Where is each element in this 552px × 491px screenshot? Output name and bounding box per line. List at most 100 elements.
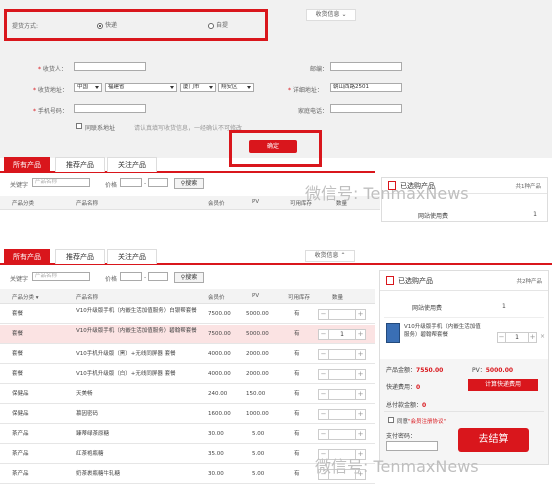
remove-item-icon[interactable]: ×: [540, 333, 545, 340]
col-category[interactable]: 产品分类 ▾: [12, 293, 39, 301]
price-min-input[interactable]: [120, 272, 142, 281]
pay-password-input[interactable]: [386, 441, 438, 451]
cell-price: 4000.00: [208, 371, 231, 377]
cell-pv: 5.00: [252, 471, 265, 477]
quantity-stepper[interactable]: − +: [318, 409, 366, 420]
minus-icon[interactable]: −: [319, 310, 329, 319]
table-row: 套餐 V10升级版手机（内嵌生活加值服务）白银帮套餐 7500.00 5000.…: [0, 305, 375, 324]
district-select[interactable]: 翔安区: [218, 83, 254, 92]
plus-icon[interactable]: +: [355, 430, 365, 439]
price-max-input[interactable]: [148, 272, 168, 281]
keyword-label: 关键字: [10, 276, 29, 283]
cart-quantity-stepper[interactable]: −1 +: [497, 332, 537, 343]
phone-input[interactable]: [74, 104, 146, 113]
tab-followed[interactable]: 关注产品: [107, 249, 157, 264]
quantity-stepper[interactable]: − +: [318, 369, 366, 380]
quantity-stepper[interactable]: −1 +: [318, 329, 366, 340]
cell-stock: 有: [294, 471, 300, 477]
receiver-name-input[interactable]: [74, 62, 146, 71]
tab-followed[interactable]: 关注产品: [107, 157, 157, 172]
search-button[interactable]: ⚲搜索: [174, 272, 204, 283]
plus-icon[interactable]: +: [355, 410, 365, 419]
keyword-input[interactable]: 产品名称: [32, 178, 90, 187]
delivery-pickup-option[interactable]: 自提: [208, 20, 228, 29]
radio-icon[interactable]: [97, 22, 103, 29]
cell-stock: 有: [294, 351, 300, 357]
receiver-name-label: * 收货人：: [38, 66, 67, 73]
quantity-stepper[interactable]: − +: [318, 309, 366, 320]
receiver-info-tab[interactable]: 收货信息 ⌄: [306, 9, 356, 21]
minus-icon[interactable]: −: [319, 390, 329, 399]
plus-icon[interactable]: +: [355, 350, 365, 359]
quantity-stepper[interactable]: − +: [318, 349, 366, 360]
same-contact-label: 同联系地址: [85, 125, 116, 132]
cart-item-phone: V10升级版手机（内嵌生活加值服务）碧翰帮套餐: [404, 324, 481, 338]
plus-icon[interactable]: +: [355, 310, 365, 319]
province-select[interactable]: 福建省: [105, 83, 177, 92]
confirm-button[interactable]: 确定: [249, 140, 297, 153]
chevron-down-icon: ⌄: [341, 11, 347, 18]
bottom-product-tabs: 所有产品 推荐产品 关注产品: [0, 249, 552, 265]
city-select[interactable]: 厦门市: [180, 83, 216, 92]
price-max-input[interactable]: [148, 178, 168, 187]
tab-all-products[interactable]: 所有产品: [4, 249, 50, 264]
cart-title: 已选购产品: [398, 277, 433, 285]
quantity-stepper[interactable]: − +: [318, 429, 366, 440]
agreement-link[interactable]: "会员注册协议": [408, 419, 446, 425]
price-dash: -: [144, 274, 147, 281]
cell-pv: 2000.00: [246, 371, 269, 377]
plus-icon[interactable]: +: [355, 330, 365, 339]
plus-icon[interactable]: +: [355, 370, 365, 379]
table-row: 保健品 天美畅 240.00 150.00 有 − +: [0, 385, 375, 404]
bottom-table-header: [0, 289, 375, 304]
keyword-input[interactable]: 产品名称: [32, 272, 90, 281]
checkout-button[interactable]: 去结算: [458, 428, 529, 452]
cell-stock: 有: [294, 411, 300, 417]
cell-name: 天美畅: [76, 391, 93, 397]
receiver-info-tab[interactable]: 收货信息 ⌃: [305, 250, 355, 262]
plus-icon[interactable]: +: [355, 390, 365, 399]
minus-icon[interactable]: −: [319, 410, 329, 419]
postcode-input[interactable]: [330, 62, 402, 71]
home-phone-input[interactable]: [330, 104, 402, 113]
cell-price: 30.00: [208, 471, 224, 477]
cart-item-divider: [384, 317, 544, 318]
tab-recommended[interactable]: 推荐产品: [55, 249, 105, 264]
col-name: 产品名称: [76, 295, 99, 301]
detail-address-input[interactable]: 朝山西路2501: [330, 83, 402, 92]
col-name: 产品名称: [76, 201, 99, 207]
shipping-label: 快递费用：: [386, 384, 417, 391]
same-contact-checkbox[interactable]: [76, 123, 82, 129]
shipping-value: 0: [416, 384, 421, 391]
quantity-stepper[interactable]: − +: [318, 389, 366, 400]
calc-shipping-button[interactable]: 计算快递费用: [468, 379, 538, 391]
cell-name: 奶茶裹瓶糖牛轧糖: [76, 471, 121, 477]
plus-icon[interactable]: +: [528, 333, 536, 342]
minus-icon[interactable]: −: [319, 350, 329, 359]
cart-count: 共1种产品: [515, 184, 542, 190]
total-value: 0: [422, 402, 427, 409]
tab-recommended[interactable]: 推荐产品: [55, 157, 105, 172]
minus-icon[interactable]: −: [319, 370, 329, 379]
minus-icon[interactable]: −: [319, 430, 329, 439]
col-category[interactable]: 产品分类: [12, 199, 34, 207]
delivery-express-option[interactable]: 快递: [97, 20, 117, 29]
price-min-input[interactable]: [120, 178, 142, 187]
address-hint: 请认真填写收货信息，一经确认不可修改: [134, 125, 243, 132]
cell-category: 套餐: [12, 371, 24, 377]
minus-icon[interactable]: −: [498, 333, 506, 342]
cell-stock: 有: [294, 451, 300, 457]
cell-pv: 2000.00: [246, 351, 269, 357]
cell-category: 茶产品: [12, 451, 29, 457]
minus-icon[interactable]: −: [319, 330, 329, 339]
cart-panel: 已选购产品 共2种产品 网站使用费 1 V10升级版手机（内嵌生活加值服务）碧翰…: [379, 270, 549, 465]
tab-all-products[interactable]: 所有产品: [4, 157, 50, 172]
search-button[interactable]: ⚲搜索: [174, 178, 204, 189]
table-row: 保健品 慕因密码 1600.00 1000.00 有 − +: [0, 405, 375, 424]
radio-icon[interactable]: [208, 22, 214, 29]
agree-checkbox[interactable]: [388, 417, 394, 423]
country-select[interactable]: 中国: [74, 83, 102, 92]
col-price: 会员价: [208, 201, 225, 207]
cell-category: 套餐: [12, 331, 24, 337]
cell-pv: 5000.00: [246, 331, 269, 337]
